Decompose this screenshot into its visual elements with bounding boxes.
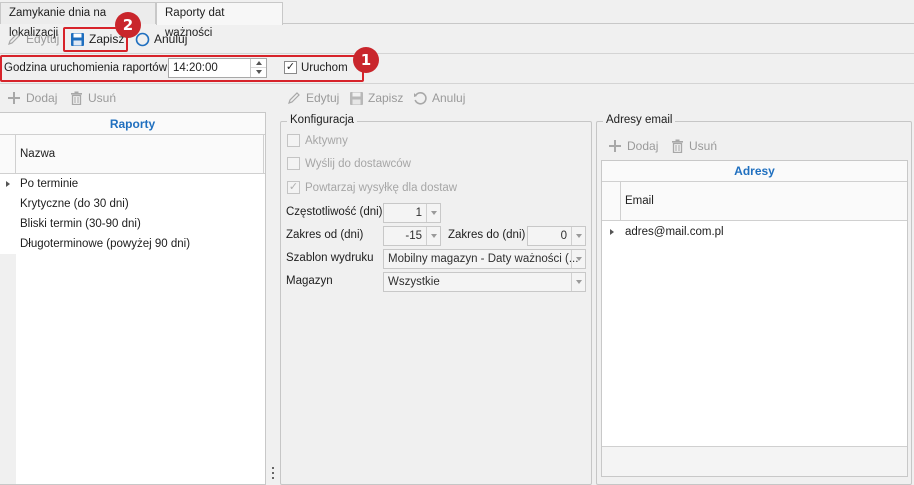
email-group-title: Adresy email: [603, 114, 676, 126]
table-row[interactable]: Krytyczne (do 30 dni): [0, 194, 265, 214]
trash-icon: [68, 90, 84, 106]
cancel-label: Anuluj: [154, 32, 188, 46]
check-icon[interactable]: ✓: [284, 61, 297, 74]
email-grid-footer: [602, 446, 907, 476]
frequency-value: 1: [415, 207, 422, 219]
check-icon[interactable]: ✓: [287, 181, 300, 194]
undo-icon: [412, 90, 428, 106]
config-cancel-button[interactable]: Anuluj: [412, 87, 465, 109]
remove-label: Usuń: [689, 139, 718, 153]
toolbar-divider: [0, 53, 914, 54]
send-suppliers-checkbox[interactable]: Wyślij do dostawców: [287, 157, 411, 170]
run-label: Uruchom: [301, 61, 348, 74]
checkbox-icon[interactable]: [287, 157, 300, 170]
range-from-label: Zakres od (dni): [286, 229, 364, 241]
add-email-button[interactable]: Dodaj: [607, 135, 658, 157]
pencil-icon: [6, 31, 22, 47]
panel-splitter[interactable]: [267, 84, 279, 485]
range-to-label: Zakres do (dni): [448, 229, 526, 241]
column-header-email[interactable]: Email: [621, 182, 907, 220]
range-to-spinner[interactable]: 0: [527, 226, 586, 246]
remove-label: Usuń: [88, 91, 117, 105]
template-value: Mobilny magazyn - Daty ważności (...: [388, 253, 579, 265]
email-cell: adres@mail.com.pl: [625, 225, 724, 238]
reports-grid-header: Nazwa: [0, 135, 265, 174]
floppy-disk-icon: [348, 90, 364, 106]
checkbox-icon[interactable]: [287, 134, 300, 147]
frequency-label: Częstotliwość (dni): [286, 206, 383, 218]
warehouse-value: Wszystkie: [388, 276, 440, 288]
config-group: Konfiguracja: [280, 114, 592, 485]
trash-icon: [669, 138, 685, 154]
warehouse-label: Magazyn: [286, 275, 333, 287]
step-badge-2: 2: [115, 12, 141, 38]
tab-raporty-dat[interactable]: Raporty dat ważności: [156, 2, 283, 39]
active-checkbox[interactable]: Aktywny: [287, 134, 348, 147]
time-spinner[interactable]: [250, 59, 266, 77]
edit-button[interactable]: Edytuj: [6, 28, 59, 50]
plus-icon: [607, 138, 623, 154]
config-edit-button[interactable]: Edytuj: [286, 87, 339, 109]
dropdown-arrow-icon[interactable]: [426, 227, 440, 245]
range-from-value: -15: [405, 230, 422, 242]
reports-grid-body: Po terminie Krytyczne (do 30 dni) Bliski…: [0, 174, 265, 254]
dropdown-arrow-icon[interactable]: [571, 227, 585, 245]
spin-up-icon[interactable]: [251, 59, 266, 68]
spin-down-icon[interactable]: [251, 68, 266, 76]
time-value: 14:20:00: [173, 62, 218, 74]
config-save-button[interactable]: Zapisz: [348, 87, 403, 109]
email-grid: Adresy Email adres@mail.com.pl: [601, 160, 908, 477]
column-header-name[interactable]: Nazwa: [16, 135, 263, 173]
config-group-title: Konfiguracja: [287, 114, 357, 126]
table-row[interactable]: Po terminie: [0, 174, 265, 194]
template-select[interactable]: Mobilny magazyn - Daty ważności (...: [383, 249, 586, 269]
range-from-spinner[interactable]: -15: [383, 226, 441, 246]
cancel-button[interactable]: Anuluj: [134, 28, 187, 50]
repeat-label: Powtarzaj wysyłkę dla dostaw: [305, 181, 458, 194]
schedule-divider: [0, 83, 914, 84]
time-input[interactable]: 14:20:00: [168, 58, 267, 78]
range-to-value: 0: [560, 230, 567, 242]
row-label: Po terminie: [20, 178, 79, 190]
add-report-button[interactable]: Dodaj: [6, 87, 57, 109]
dropdown-arrow-icon[interactable]: [571, 273, 585, 291]
save-label: Zapisz: [368, 91, 404, 105]
email-grid-title: Adresy: [602, 161, 907, 182]
remove-report-button[interactable]: Usuń: [68, 87, 116, 109]
table-row[interactable]: Bliski termin (30-90 dni): [0, 214, 265, 234]
row-indicator-icon: [602, 228, 621, 235]
row-gutter-empty: [0, 254, 16, 484]
table-row[interactable]: Długoterminowe (powyżej 90 dni): [0, 234, 265, 254]
dropdown-arrow-icon[interactable]: [426, 204, 440, 222]
row-label: Bliski termin (30-90 dni): [20, 218, 141, 230]
add-label: Dodaj: [26, 91, 58, 105]
time-label: Godzina uruchomienia raportów: [4, 62, 168, 74]
repeat-checkbox[interactable]: ✓ Powtarzaj wysyłkę dla dostaw: [287, 181, 457, 194]
floppy-disk-icon: [69, 31, 85, 47]
edit-label: Edytuj: [306, 91, 340, 105]
remove-email-button[interactable]: Usuń: [669, 135, 717, 157]
row-indicator-icon: [0, 181, 16, 187]
email-grid-header: Email: [602, 182, 907, 221]
reports-grid-title: Raporty: [0, 113, 265, 135]
row-label: Długoterminowe (powyżej 90 dni): [20, 238, 191, 250]
dropdown-arrow-icon[interactable]: [571, 250, 585, 268]
edit-label: Edytuj: [26, 32, 60, 46]
step-badge-1: 1: [353, 47, 379, 73]
cancel-label: Anuluj: [432, 91, 466, 105]
run-checkbox[interactable]: ✓ Uruchom: [284, 61, 348, 74]
row-label: Krytyczne (do 30 dni): [20, 198, 129, 210]
reports-grid: Raporty Nazwa Po terminie Krytyczne (do …: [0, 112, 266, 485]
add-label: Dodaj: [627, 139, 659, 153]
table-row[interactable]: adres@mail.com.pl: [602, 221, 907, 242]
template-label: Szablon wydruku: [286, 252, 374, 264]
frequency-spinner[interactable]: 1: [383, 203, 441, 223]
send-suppliers-label: Wyślij do dostawców: [305, 157, 411, 170]
pencil-icon: [286, 90, 302, 106]
plus-icon: [6, 90, 22, 106]
warehouse-select[interactable]: Wszystkie: [383, 272, 586, 292]
active-label: Aktywny: [305, 134, 348, 147]
